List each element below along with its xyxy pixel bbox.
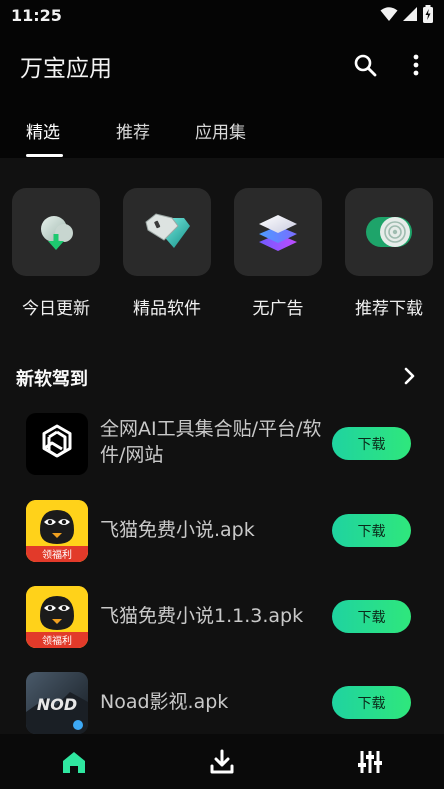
app-name: 飞猫免费小说.apk — [100, 519, 255, 541]
app-logo-text: NOD — [37, 695, 77, 714]
category-tile — [345, 188, 433, 276]
app-bar: 万宝应用 — [0, 32, 444, 98]
equalizer-icon — [358, 751, 382, 773]
section-title: 新软驾到 — [16, 369, 88, 390]
section-more-button[interactable] — [398, 363, 422, 389]
cloud-download-icon — [41, 216, 73, 250]
search-button[interactable] — [348, 48, 382, 82]
category-label: 今日更新 — [22, 299, 90, 319]
openai-logo-icon — [26, 413, 88, 475]
chevron-right-icon — [404, 367, 415, 385]
home-icon — [63, 752, 85, 773]
app-title: 万宝应用 — [20, 56, 112, 82]
bottom-nav — [0, 734, 444, 789]
app-name: Noad影视.apk — [100, 691, 229, 713]
category-tile — [12, 188, 100, 276]
app-list-item[interactable]: 全网AI工具集合贴/平台/软件/网站 下载 — [0, 413, 444, 493]
wifi-icon — [380, 7, 398, 21]
feimao-cat-icon: 领福利 — [26, 586, 88, 648]
tab-bar: 精选 推荐 应用集 — [0, 98, 444, 158]
content-area: 今日更新 精品软件 无广告 推荐下载 新软驾到 全网AI工具集合贴/平台/软件/… — [0, 158, 444, 734]
download-button[interactable]: 下载 — [332, 427, 411, 460]
category-label: 推荐下载 — [355, 299, 423, 319]
nav-home[interactable] — [59, 748, 89, 776]
nav-settings[interactable] — [355, 748, 385, 776]
app-badge: 领福利 — [42, 634, 72, 647]
category-tile — [234, 188, 322, 276]
tab-recommended[interactable]: 推荐 — [116, 118, 150, 143]
app-list-item[interactable]: 领福利 飞猫免费小说.apk 下载 — [0, 500, 444, 580]
download-icon — [210, 749, 234, 774]
nav-downloads[interactable] — [207, 748, 237, 776]
category-label: 无广告 — [252, 299, 304, 319]
more-vert-icon — [413, 54, 419, 76]
category-premium-software[interactable]: 精品软件 — [123, 188, 211, 319]
download-button[interactable]: 下载 — [332, 600, 411, 633]
status-icons — [380, 5, 434, 23]
tab-featured[interactable]: 精选 — [26, 118, 60, 143]
status-bar: 11:25 — [0, 0, 444, 32]
download-button[interactable]: 下载 — [332, 514, 411, 547]
gem-icon — [145, 213, 190, 248]
noad-app-icon: NOD — [26, 672, 88, 734]
app-name: 飞猫免费小说1.1.3.apk — [100, 605, 304, 627]
tab-indicator — [26, 154, 63, 157]
category-tile — [123, 188, 211, 276]
app-name: 全网AI工具集合贴/平台/软件/网站 — [100, 418, 322, 466]
more-options-button[interactable] — [402, 48, 430, 82]
category-label: 精品软件 — [133, 299, 201, 319]
category-no-ads[interactable]: 无广告 — [234, 188, 322, 319]
app-badge: 领福利 — [42, 548, 72, 561]
battery-icon — [423, 5, 433, 23]
toggle-target-icon — [366, 217, 412, 247]
download-button[interactable]: 下载 — [332, 686, 411, 719]
signal-icon — [403, 7, 417, 21]
status-time: 11:25 — [11, 6, 62, 25]
search-icon — [354, 54, 377, 77]
tab-collections[interactable]: 应用集 — [195, 118, 246, 143]
feimao-cat-icon: 领福利 — [26, 500, 88, 562]
layers-icon — [259, 215, 297, 251]
category-today-updates[interactable]: 今日更新 — [12, 188, 100, 319]
category-recommended-downloads[interactable]: 推荐下载 — [345, 188, 433, 319]
app-list-item[interactable]: 领福利 飞猫免费小说1.1.3.apk 下载 — [0, 586, 444, 666]
